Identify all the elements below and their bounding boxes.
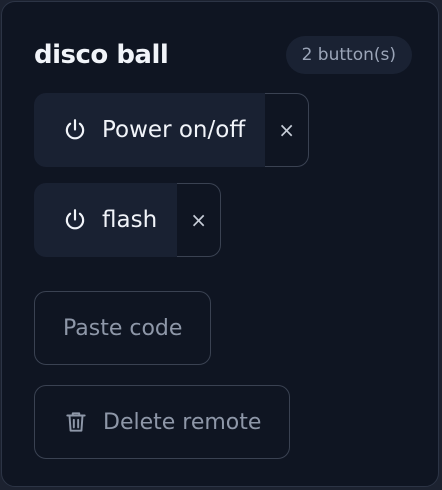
flash-button[interactable]: flash bbox=[34, 183, 178, 257]
trash-icon bbox=[63, 409, 89, 435]
power-on-off-button[interactable]: Power on/off bbox=[34, 93, 266, 167]
remote-card: disco ball 2 button(s) Power on/off × fl… bbox=[1, 1, 439, 487]
remove-flash-button[interactable]: × bbox=[177, 183, 222, 257]
paste-code-label: Paste code bbox=[63, 315, 183, 341]
delete-remote-label: Delete remote bbox=[103, 409, 262, 435]
flash-label: flash bbox=[102, 207, 158, 233]
remote-button-flash: flash × bbox=[34, 183, 222, 257]
button-count-badge: 2 button(s) bbox=[285, 36, 412, 74]
remove-power-on-off-button[interactable]: × bbox=[265, 93, 310, 167]
power-icon bbox=[62, 207, 88, 233]
paste-code-button[interactable]: Paste code bbox=[34, 291, 212, 365]
remote-header: disco ball 2 button(s) bbox=[34, 36, 412, 78]
delete-remote-button[interactable]: Delete remote bbox=[34, 385, 291, 459]
power-icon bbox=[62, 117, 88, 143]
power-on-off-label: Power on/off bbox=[102, 117, 246, 143]
remote-title: disco ball bbox=[34, 40, 169, 70]
remote-button-power-on-off: Power on/off × bbox=[34, 93, 310, 167]
